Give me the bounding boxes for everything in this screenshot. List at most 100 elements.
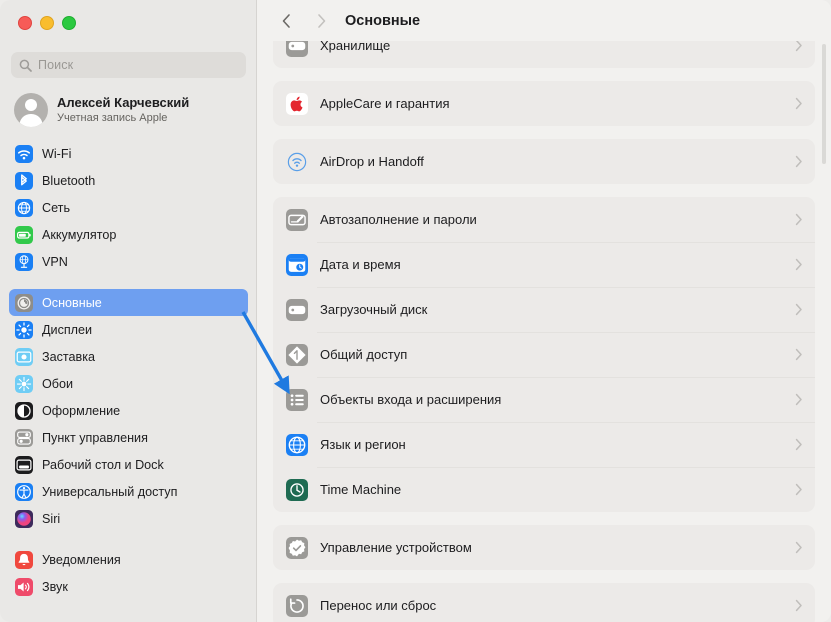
settings-row-label: Общий доступ [320, 347, 408, 362]
system-settings-window: Поиск Алексей Карчевский Учетная запись … [0, 0, 831, 622]
gear-icon [15, 293, 33, 312]
sidebar-group-1: Основные Дисплеи Заставка Обои Оформление Пун… [0, 289, 256, 532]
sidebar-item-vpn[interactable]: VPN [9, 248, 248, 275]
language-region-icon [286, 433, 308, 456]
zoom-button[interactable] [62, 16, 76, 30]
settings-row-applecare-и-гарантия[interactable]: AppleCare и гарантия [273, 81, 815, 126]
settings-card-3: Автозаполнение и пароли Дата и время Загру… [273, 197, 815, 512]
screensaver-icon [15, 347, 33, 366]
sidebar-item-дисплеи[interactable]: Дисплеи [9, 316, 248, 343]
sidebar-item-label: VPN [42, 254, 68, 269]
sidebar-item-основные[interactable]: Основные [9, 289, 248, 316]
settings-row-label: AirDrop и Handoff [320, 154, 424, 169]
settings-scroll-area[interactable]: Хранилище AppleCare и гарантия AirDrop и H… [257, 41, 831, 622]
settings-row-общий-доступ[interactable]: Общий доступ [273, 332, 815, 377]
sidebar-item-оформление[interactable]: Оформление [9, 397, 248, 424]
sidebar-nav: Wi-Fi Bluetooth Сеть Аккумулятор VPN Основные… [0, 140, 256, 600]
battery-icon [15, 225, 33, 244]
settings-row-label: Time Machine [320, 482, 402, 497]
search-input[interactable]: Поиск [11, 52, 246, 78]
sidebar-item-label: Siri [42, 511, 61, 526]
minimize-button[interactable] [40, 16, 54, 30]
settings-card-2: AirDrop и Handoff [273, 139, 815, 184]
sidebar-item-заставка[interactable]: Заставка [9, 343, 248, 370]
settings-row-airdrop-и-handoff[interactable]: AirDrop и Handoff [273, 139, 815, 184]
settings-row-управление-устройством[interactable]: Управление устройством [273, 525, 815, 570]
wifi-icon [15, 144, 33, 163]
sidebar-item-wi-fi[interactable]: Wi-Fi [9, 140, 248, 167]
avatar [14, 93, 48, 127]
vertical-scrollbar[interactable] [822, 44, 826, 164]
sidebar-item-уведомления[interactable]: Уведомления [9, 546, 248, 573]
sidebar-item-пункт-управления[interactable]: Пункт управления [9, 424, 248, 451]
apple-logo-icon [286, 92, 308, 115]
vpn-icon [15, 252, 33, 271]
siri-icon [15, 509, 33, 528]
settings-row-label: Автозаполнение и пароли [320, 212, 477, 227]
settings-card-1: AppleCare и гарантия [273, 81, 815, 126]
settings-row-label: Управление устройством [320, 540, 472, 555]
autofill-icon [286, 208, 308, 231]
settings-row-label: Язык и регион [320, 437, 406, 452]
settings-row-time-machine[interactable]: Time Machine [273, 467, 815, 512]
settings-row-label: Дата и время [320, 257, 401, 272]
settings-card-5: Перенос или сброс [273, 583, 815, 622]
chevron-right-icon [795, 393, 803, 406]
sidebar-group-2: Уведомления Звук [0, 546, 256, 600]
sound-speaker-icon [15, 577, 33, 596]
sidebar-item-label: Аккумулятор [42, 227, 117, 242]
chevron-right-icon [795, 438, 803, 451]
settings-row-хранилище[interactable]: Хранилище [273, 41, 815, 68]
forward-button[interactable] [308, 8, 334, 34]
chevron-right-icon [795, 303, 803, 316]
sidebar-item-рабочий-стол-и-dock[interactable]: Рабочий стол и Dock [9, 451, 248, 478]
settings-row-объекты-входа-и-расширения[interactable]: Объекты входа и расширения [273, 377, 815, 422]
airdrop-icon [286, 150, 308, 173]
settings-row-дата-и-время[interactable]: Дата и время [273, 242, 815, 287]
account-name: Алексей Карчевский [57, 94, 190, 110]
device-management-icon [286, 536, 308, 559]
chevron-right-icon [795, 97, 803, 110]
appearance-icon [15, 401, 33, 420]
settings-row-язык-и-регион[interactable]: Язык и регион [273, 422, 815, 467]
settings-row-label: Объекты входа и расширения [320, 392, 502, 407]
desktop-dock-icon [15, 455, 33, 474]
chevron-right-icon [795, 155, 803, 168]
account-row[interactable]: Алексей Карчевский Учетная запись Apple [10, 90, 248, 130]
sidebar-item-аккумулятор[interactable]: Аккумулятор [9, 221, 248, 248]
sidebar-item-обои[interactable]: Обои [9, 370, 248, 397]
toolbar: Основные [257, 0, 831, 41]
settings-card-0: Хранилище [273, 41, 815, 68]
main-content: Основные Хранилище AppleCare и гарантия Ai… [257, 0, 831, 622]
sidebar-item-label: Дисплеи [42, 322, 93, 337]
sidebar-item-bluetooth[interactable]: Bluetooth [9, 167, 248, 194]
close-button[interactable] [18, 16, 32, 30]
chevron-right-icon [795, 41, 803, 52]
sidebar-item-label: Универсальный доступ [42, 484, 178, 499]
sidebar-item-siri[interactable]: Siri [9, 505, 248, 532]
sidebar-item-label: Wi-Fi [42, 146, 72, 161]
network-globe-icon [15, 198, 33, 217]
back-button[interactable] [273, 8, 299, 34]
settings-row-загрузочный-диск[interactable]: Загрузочный диск [273, 287, 815, 332]
settings-row-перенос-или-сброс[interactable]: Перенос или сброс [273, 583, 815, 622]
sidebar-item-label: Bluetooth [42, 173, 96, 188]
sidebar-item-сеть[interactable]: Сеть [9, 194, 248, 221]
login-items-icon [286, 388, 308, 411]
sidebar-item-label: Пункт управления [42, 430, 148, 445]
account-subtitle: Учетная запись Apple [57, 111, 168, 124]
wallpaper-icon [15, 374, 33, 393]
sidebar-item-универсальный-доступ[interactable]: Универсальный доступ [9, 478, 248, 505]
sidebar-item-звук[interactable]: Звук [9, 573, 248, 600]
window-controls [18, 16, 76, 30]
accessibility-icon [15, 482, 33, 501]
sidebar-item-label: Уведомления [42, 552, 121, 567]
sidebar: Поиск Алексей Карчевский Учетная запись … [0, 0, 257, 622]
settings-row-автозаполнение-и-пароли[interactable]: Автозаполнение и пароли [273, 197, 815, 242]
sidebar-item-label: Оформление [42, 403, 121, 418]
notifications-bell-icon [15, 550, 33, 569]
search-icon [19, 59, 32, 72]
settings-row-label: Хранилище [320, 41, 391, 53]
settings-row-label: Загрузочный диск [320, 302, 428, 317]
search-placeholder: Поиск [38, 58, 74, 72]
